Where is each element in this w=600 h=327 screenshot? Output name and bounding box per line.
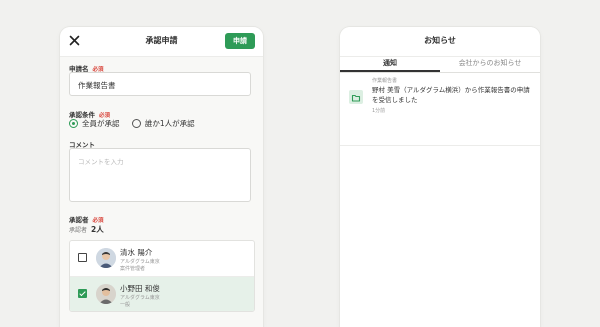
comment-placeholder: コメントを入力 bbox=[78, 158, 124, 166]
comment-textarea[interactable]: コメントを入力 bbox=[69, 148, 251, 202]
notification-item[interactable]: 作業報告書 野村 美雪（アルダグラム横浜）から作業報告書の申請を受信しました 1… bbox=[340, 73, 540, 146]
notification-category: 作業報告書 bbox=[372, 78, 398, 84]
checkbox-checked[interactable] bbox=[78, 289, 87, 298]
radio-selected-icon bbox=[69, 119, 78, 128]
tab-bar: 通知 会社からのお知らせ bbox=[340, 56, 540, 73]
request-name-input[interactable]: 作業報告書 bbox=[69, 72, 251, 96]
notification-message: 野村 美雪（アルダグラム横浜）から作業報告書の申請を受信しました bbox=[372, 86, 530, 104]
avatar bbox=[96, 248, 116, 268]
notification-time: 1分前 bbox=[372, 108, 386, 114]
approver-count: 承認者 2人 bbox=[69, 225, 104, 234]
page-title: お知らせ bbox=[424, 36, 456, 45]
approver-list: 清水 陽介 アルダグラム東京 案件管理者 小野田 和俊 アルダグラム東京 一般 bbox=[69, 240, 255, 312]
list-item[interactable]: 清水 陽介 アルダグラム東京 案件管理者 bbox=[70, 241, 254, 277]
header: 承認申請 申請 bbox=[60, 27, 263, 57]
approval-request-screen: 承認申請 申請 申請名 必須 作業報告書 承認条件 必須 全員が承認 誰か1人が承認… bbox=[60, 27, 263, 327]
approver-role: 一般 bbox=[120, 302, 131, 308]
approver-name: 清水 陽介 bbox=[120, 248, 153, 257]
tab-company-news[interactable]: 会社からのお知らせ bbox=[440, 56, 540, 72]
radio-unselected-icon bbox=[131, 119, 141, 128]
tab-notifications[interactable]: 通知 bbox=[340, 56, 440, 72]
avatar bbox=[96, 284, 116, 304]
approver-name: 小野田 和俊 bbox=[120, 284, 160, 293]
approver-company: アルダグラム東京 bbox=[120, 295, 160, 301]
folder-icon bbox=[349, 90, 363, 104]
list-item[interactable]: 小野田 和俊 アルダグラム東京 一般 bbox=[70, 277, 254, 311]
approver-company: アルダグラム東京 bbox=[120, 259, 160, 265]
header: お知らせ bbox=[340, 27, 540, 57]
notifications-screen: お知らせ 通知 会社からのお知らせ 作業報告書 野村 美雪（アルダグラム横浜）か… bbox=[340, 27, 540, 327]
approval-condition-radios: 全員が承認 誰か1人が承認 bbox=[69, 118, 205, 130]
radio-anyone-approve[interactable]: 誰か1人が承認 bbox=[131, 118, 195, 129]
approvers-label: 承認者 必須 bbox=[69, 216, 104, 224]
radio-all-approve[interactable]: 全員が承認 bbox=[69, 118, 120, 129]
approver-role: 案件管理者 bbox=[120, 266, 146, 272]
checkbox[interactable] bbox=[78, 253, 87, 262]
submit-button[interactable]: 申請 bbox=[225, 33, 255, 49]
